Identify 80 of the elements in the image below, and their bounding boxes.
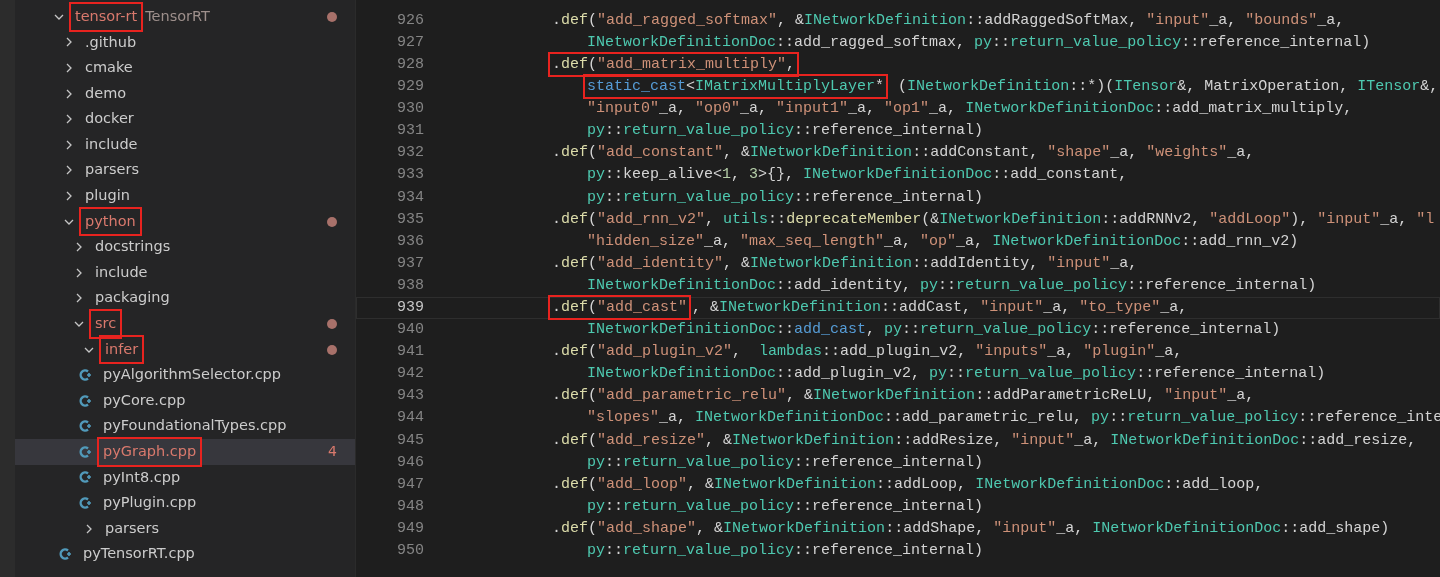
line-number: 943 — [396, 386, 424, 407]
code-line: .def("add_cast" , &INetworkDefinition::addCast, "input"_a, "to_type"_a, — [424, 297, 1188, 320]
cpp-file-icon — [79, 368, 93, 383]
code-line: py::return_value_policy::reference_internal) — [586, 496, 984, 517]
line-number: 941 — [396, 342, 424, 363]
cpp-file-icon — [79, 470, 93, 485]
code-line: py::return_value_policy::reference_internal) — [586, 541, 984, 562]
code-line: .def("add_plugin_v2", lambdas::add_plugin_v2, "inputs"_a, "plugin"_a, — [551, 342, 1183, 363]
line-number: 926 — [396, 10, 424, 31]
code-line: py::return_value_policy::reference_internal) — [586, 121, 984, 142]
code-line: INetworkDefinitionDoc::add_ragged_softmax, py::return_value_policy::reference_internal) — [586, 32, 1371, 53]
folder-item[interactable]: infer — [15, 336, 355, 363]
folder-item[interactable]: demo — [15, 80, 355, 107]
folder-item[interactable]: docker — [15, 106, 355, 132]
code-line: .def("add_loop", &INetworkDefinition::addLoop, INetworkDefinitionDoc::add_loop, — [551, 474, 1264, 495]
folder-item[interactable]: plugin — [15, 183, 355, 209]
file-item[interactable]: pyPlugin.cpp — [15, 490, 355, 516]
line-number: 940 — [396, 320, 424, 341]
file-item[interactable]: pyGraph.cpp 4 — [15, 439, 355, 465]
folder-item[interactable]: include — [15, 131, 355, 158]
code-line: .def("add_ragged_softmax", &INetworkDefinition::addRaggedSoftMax, "input"_a, "bounds"_a, — [551, 10, 1345, 31]
folder-item[interactable]: packaging — [15, 285, 355, 312]
line-number: 927 — [396, 32, 424, 53]
line-number: 931 — [396, 121, 424, 142]
code-line: "input0"_a, "op0"_a, "input1"_a, "op1"_a, INetworkDefinitionDoc::add_matrix_multiply, — [586, 99, 1353, 120]
line-number: 933 — [396, 165, 424, 186]
line-number: 948 — [396, 496, 424, 517]
code-line: .def("add_resize", &INetworkDefinition::addResize, "input"_a, INetworkDefinitionDoc::add_resize, — [551, 430, 1417, 451]
line-number: 932 — [396, 143, 424, 164]
line-number: 939 — [396, 298, 424, 318]
cpp-file-icon — [79, 444, 93, 459]
code-line: INetworkDefinitionDoc::add_cast, py::return_value_policy::reference_internal) — [586, 320, 1281, 341]
line-number: 935 — [396, 209, 424, 230]
code-line: .def("add_parametric_relu", &INetworkDefinition::addParametricReLU, "input"_a, — [551, 386, 1255, 407]
code-line: static_cast<IMatrixMultiplyLayer* (INetworkDefinition::*)(ITensor&, MatrixOperation, ITensor&, — [424, 76, 1439, 99]
folder-item[interactable]: parsers — [15, 515, 355, 542]
line-number: 949 — [396, 518, 424, 539]
code-line: .def("add_rnn_v2", utils::deprecateMember(&INetworkDefinition::addRNNv2, "addLoop"), "input"_a, "l — [551, 209, 1435, 230]
cpp-file-icon — [59, 547, 73, 562]
folder-item[interactable]: tensor-rt TensorRT — [15, 4, 355, 30]
line-number: 936 — [396, 231, 424, 252]
folder-item[interactable]: .github — [15, 29, 355, 56]
cpp-file-icon — [79, 393, 93, 408]
folder-item[interactable]: include — [15, 259, 355, 286]
code-line: .def("add_matrix_multiply", — [424, 54, 801, 77]
line-number: 930 — [396, 99, 424, 120]
folder-item[interactable]: cmake — [15, 55, 355, 81]
line-number: 944 — [396, 408, 424, 429]
file-item[interactable]: pyInt8.cpp — [15, 464, 355, 491]
code-line: py::return_value_policy::reference_internal) — [586, 187, 984, 208]
code-line: "hidden_size"_a, "max_seq_length"_a, "op"_a, INetworkDefinitionDoc::add_rnn_v2) — [586, 231, 1299, 252]
problem-count: 4 — [328, 442, 337, 462]
line-number: 938 — [396, 275, 424, 296]
code-line: INetworkDefinitionDoc::add_plugin_v2, py::return_value_policy::reference_internal) — [586, 364, 1326, 385]
folder-item[interactable]: docstrings — [15, 234, 355, 260]
folder-item[interactable]: src — [15, 311, 355, 337]
line-number: 929 — [396, 77, 424, 98]
code-line: .def("add_constant", &INetworkDefinition::addConstant, "shape"_a, "weights"_a, — [551, 143, 1255, 164]
code-line: INetworkDefinitionDoc::add_identity, py::return_value_policy::reference_internal) — [586, 275, 1317, 296]
line-number: 947 — [396, 474, 424, 495]
line-number: 946 — [396, 452, 424, 473]
code-line: .def("add_identity", &INetworkDefinition::addIdentity, "input"_a, — [551, 253, 1138, 274]
line-number: 937 — [396, 253, 424, 274]
folder-item[interactable]: python — [15, 208, 355, 235]
cpp-file-icon — [79, 419, 93, 434]
file-item[interactable]: pyCore.cpp — [15, 387, 355, 414]
code-line: py::keep_alive<1, 3>{}, INetworkDefinitionDoc::add_constant, — [586, 165, 1128, 186]
file-item[interactable]: pyFoundationalTypes.cpp — [15, 413, 355, 440]
folder-description: TensorRT — [145, 6, 210, 26]
line-number: 942 — [396, 364, 424, 385]
line-number: 928 — [396, 55, 424, 75]
file-item[interactable]: pyAlgorithmSelector.cpp — [15, 362, 355, 388]
line-number: 945 — [396, 430, 424, 451]
line-number: 934 — [396, 187, 424, 208]
code-line: .def("add_shape", &INetworkDefinition::addShape, "input"_a, INetworkDefinitionDoc::add_shape) — [551, 518, 1390, 539]
file-item[interactable]: pyTensorRT.cpp — [15, 541, 355, 568]
folder-item[interactable]: parsers — [15, 157, 355, 184]
cpp-file-icon — [79, 496, 93, 511]
code-line: py::return_value_policy::reference_internal) — [586, 452, 984, 473]
line-number: 950 — [396, 541, 424, 562]
